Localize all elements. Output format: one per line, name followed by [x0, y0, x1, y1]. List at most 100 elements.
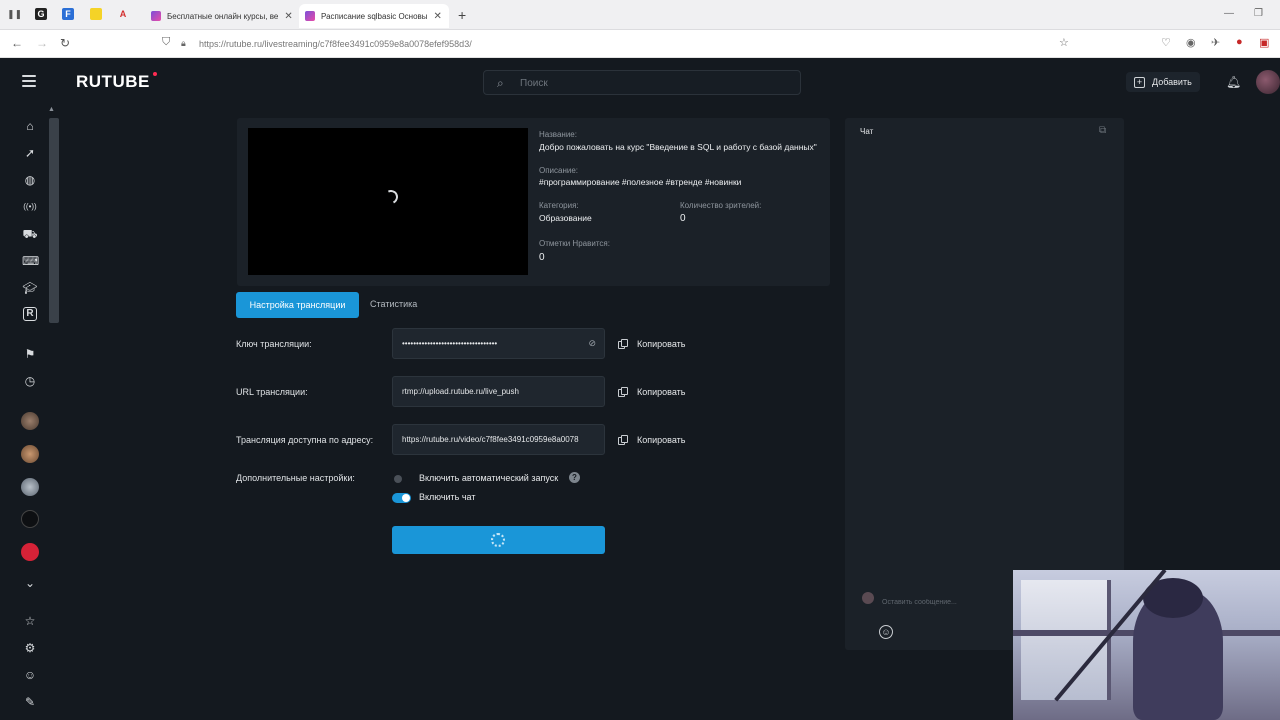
tab-stream-settings[interactable]: Настройка трансляции [236, 292, 359, 318]
stream-key-field[interactable]: •••••••••••••••••••••••••••••••••• ⊘ [392, 328, 605, 359]
bookmark-icon[interactable]: ⚑ [22, 346, 38, 362]
viewers-count: 0 [680, 213, 686, 224]
copy-url-button[interactable]: Копировать [618, 385, 685, 399]
description-label: Описание: [539, 166, 579, 175]
subscription-avatar[interactable] [21, 478, 39, 496]
copy-icon [618, 386, 628, 398]
chat-message-input[interactable] [882, 594, 1012, 610]
copy-address-button[interactable]: Копировать [618, 433, 685, 447]
stream-name: Добро пожаловать на курс "Введение в SQL… [539, 142, 817, 152]
help-icon[interactable]: ? [569, 472, 580, 483]
pocket-icon[interactable]: ♡ [1161, 36, 1171, 49]
add-button-label: Добавить [1152, 77, 1192, 87]
rocket-icon[interactable]: ➚ [22, 145, 38, 161]
bookmark-star-icon[interactable]: ☆ [1059, 36, 1069, 49]
chevron-down-icon[interactable]: ⌄ [22, 575, 38, 591]
stream-key-label: Ключ трансляции: [236, 339, 312, 349]
extension-icon[interactable]: ◉ [1186, 36, 1196, 49]
stream-address-value: https://rutube.ru/video/c7f8fee3491c0959… [402, 435, 579, 444]
back-icon[interactable]: ← [11, 36, 23, 50]
stream-address-field[interactable]: https://rutube.ru/video/c7f8fee3491c0959… [392, 424, 605, 455]
gamepad-icon[interactable]: ⌨ [22, 253, 39, 269]
window-scene [1021, 580, 1111, 700]
likes-count: 0 [539, 252, 545, 263]
logo-dot [153, 72, 157, 76]
history-icon[interactable]: ◷ [22, 373, 38, 389]
extra-settings-label: Дополнительные настройки: [236, 473, 355, 483]
popout-icon[interactable]: ⧉ [1099, 125, 1106, 136]
tab-statistics[interactable]: Статистика [370, 299, 417, 309]
likes-label: Отметки Нравится: [539, 239, 610, 248]
bell-icon[interactable]: 🔔︎ [1226, 75, 1241, 89]
new-tab-icon[interactable]: + [458, 7, 466, 23]
close-icon[interactable]: ✕ [434, 11, 442, 22]
copy-key-button[interactable]: Копировать [618, 337, 685, 351]
stream-description: #программирование #полезное #втренде #но… [539, 177, 742, 187]
tab-favicon-icon [305, 11, 315, 21]
toggle-knob [402, 494, 410, 502]
search-input[interactable] [520, 75, 780, 91]
live-icon[interactable]: ((•)) [22, 199, 38, 215]
education-icon[interactable]: 🎓︎ [22, 280, 38, 296]
start-stream-button[interactable] [392, 526, 605, 554]
rutube-r-icon[interactable]: R [23, 307, 37, 321]
home-icon[interactable]: ⌂ [22, 118, 38, 134]
search-box[interactable]: ⌕ [483, 70, 801, 95]
subscription-avatar[interactable] [21, 412, 39, 430]
browser-tab-strip: ❚❚ G F A Бесплатные онлайн курсы, ве ✕ Р… [0, 0, 1280, 30]
url-text[interactable]: https://rutube.ru/livestreaming/c7f8fee3… [199, 39, 472, 49]
extension-icon[interactable]: ✈ [1211, 36, 1220, 49]
close-icon[interactable]: ✕ [284, 11, 292, 22]
smile-icon[interactable]: ☺ [22, 667, 38, 683]
globe-icon[interactable]: ◍ [22, 172, 38, 188]
stream-category: Образование [539, 213, 592, 223]
extension-icon[interactable]: ● [1236, 36, 1243, 48]
chat-title: Чат [860, 127, 874, 136]
copy-label: Копировать [637, 339, 686, 349]
toggle-knob [394, 475, 402, 483]
sidebar-scrollbar[interactable] [49, 118, 59, 323]
copy-label: Копировать [637, 435, 686, 445]
user-avatar[interactable] [1256, 70, 1280, 94]
rutube-logo[interactable]: RUTUBE [76, 72, 150, 92]
subscription-avatar[interactable] [21, 510, 39, 528]
stream-url-field[interactable]: rtmp://upload.rutube.ru/live_push [392, 376, 605, 407]
stream-url-value: rtmp://upload.rutube.ru/live_push [402, 387, 519, 396]
minimize-icon[interactable]: — [1224, 8, 1234, 19]
stream-address-label: Трансляция доступна по адресу: [236, 435, 374, 445]
car-icon[interactable]: ⛟ [22, 226, 38, 242]
gear-icon[interactable]: ⚙ [22, 640, 38, 656]
browser-tab[interactable]: Бесплатные онлайн курсы, ве ✕ [145, 4, 295, 28]
shield-icon[interactable]: ⛉ [162, 36, 170, 49]
emoji-icon[interactable]: ☺ [879, 625, 893, 639]
tab-title: Расписание sqlbasic Основы [321, 11, 428, 21]
pinned-tab-icon[interactable]: F [62, 8, 74, 20]
name-label: Название: [539, 130, 577, 139]
reload-icon[interactable]: ↻ [60, 36, 70, 50]
subscription-avatar[interactable] [21, 445, 39, 463]
chat-toggle[interactable] [392, 493, 411, 503]
stream-url-label: URL трансляции: [236, 387, 308, 397]
browser-tab-active[interactable]: Расписание sqlbasic Основы ✕ [299, 4, 449, 28]
pinned-tab-icon[interactable] [90, 8, 102, 20]
address-bar: ← → ↻ ⛉ 🔒︎ https://rutube.ru/livestreami… [0, 30, 1280, 58]
extension-badge-icon[interactable]: ▣ [1259, 36, 1269, 49]
subscription-avatar[interactable] [21, 543, 39, 561]
copy-label: Копировать [637, 387, 686, 397]
pinned-tab-icon[interactable]: G [35, 8, 47, 20]
star-icon[interactable]: ☆ [22, 613, 38, 629]
chat-user-avatar [862, 592, 874, 604]
add-button[interactable]: + Добавить [1126, 72, 1200, 92]
menu-icon[interactable] [22, 75, 36, 87]
eye-off-icon[interactable]: ⊘ [588, 329, 596, 358]
pinned-tab-icon[interactable]: A [117, 8, 129, 20]
autostart-toggle[interactable] [392, 474, 411, 484]
pen-icon[interactable]: ✎ [22, 694, 38, 710]
lock-icon[interactable]: 🔒︎ [181, 38, 186, 49]
stream-key-value: •••••••••••••••••••••••••••••••••• [402, 339, 498, 348]
restore-icon[interactable]: ❐ [1254, 8, 1263, 19]
forward-icon[interactable]: → [36, 36, 48, 50]
sidebar-toggle-icon[interactable]: ❚❚ [7, 8, 22, 20]
scroll-up-icon[interactable]: ▲ [48, 106, 55, 113]
search-icon[interactable]: ⌕ [497, 76, 504, 91]
